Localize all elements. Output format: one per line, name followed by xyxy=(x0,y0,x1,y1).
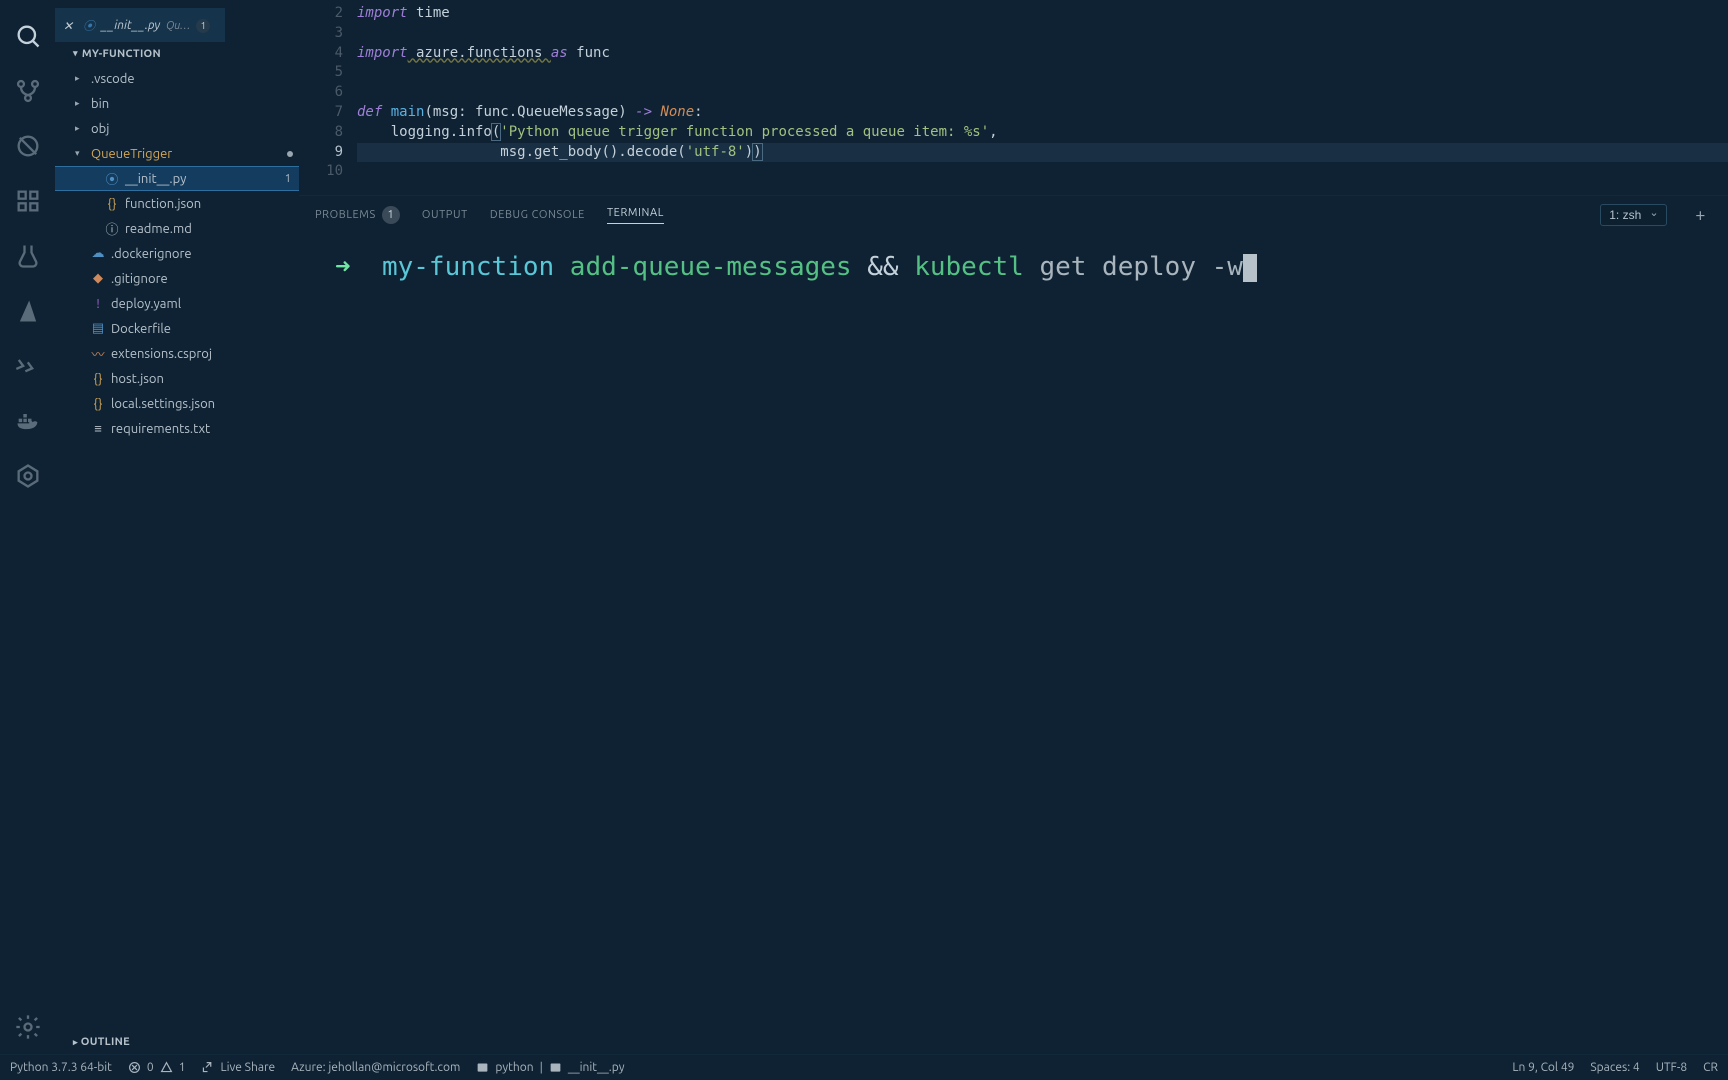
tree-item-bin[interactable]: ▸bin xyxy=(55,91,299,116)
tree-item-QueueTrigger[interactable]: ▾QueueTrigger xyxy=(55,141,299,166)
file-type-icon: ◆ xyxy=(91,271,105,286)
status-encoding[interactable]: UTF-8 xyxy=(1656,1061,1687,1074)
tree-item-extensions-csproj[interactable]: 〰extensions.csproj xyxy=(55,341,299,366)
tab-filename: __init__.py xyxy=(101,19,160,32)
python-file-icon: ⦿ xyxy=(83,17,95,34)
settings-gear-icon[interactable] xyxy=(0,999,55,1054)
file-icon xyxy=(549,1061,562,1074)
status-eol[interactable]: CR xyxy=(1703,1061,1718,1074)
problems-badge: 1 xyxy=(382,206,400,224)
activity-bar xyxy=(0,0,55,1054)
tree-item-Dockerfile[interactable]: ▤Dockerfile xyxy=(55,316,299,341)
explorer-title: MY-FUNCTION xyxy=(82,48,161,60)
new-terminal-button[interactable]: + xyxy=(1689,205,1712,225)
warning-icon xyxy=(160,1061,173,1074)
chevron-down-icon: ▾ xyxy=(73,48,78,59)
extensions-icon[interactable] xyxy=(0,173,55,228)
panel-tabs: PROBLEMS 1 OUTPUT DEBUG CONSOLE TERMINAL… xyxy=(299,196,1728,234)
status-bar: Python 3.7.3 64-bit 0 1 Live Share Azure… xyxy=(0,1054,1728,1080)
azure-icon[interactable] xyxy=(0,283,55,338)
tree-item-host-json[interactable]: {}host.json xyxy=(55,366,299,391)
outline-section-header[interactable]: ▸ OUTLINE xyxy=(55,1030,299,1054)
tab-debug-console[interactable]: DEBUG CONSOLE xyxy=(490,209,585,221)
editor-tab[interactable]: ✕ ⦿ __init__.py Qu… 1 xyxy=(55,8,225,42)
tree-item-__init__-py[interactable]: ⦿__init__.py1 xyxy=(55,166,299,191)
test-icon[interactable] xyxy=(0,228,55,283)
status-cursor[interactable]: Ln 9, Col 49 xyxy=(1512,1061,1574,1074)
tab-folder: Qu… xyxy=(166,20,190,32)
tree-item-deploy-yaml[interactable]: !deploy.yaml xyxy=(55,291,299,316)
terminal-cursor xyxy=(1243,254,1257,282)
status-liveshare[interactable]: Live Share xyxy=(201,1061,275,1074)
terminal-selector[interactable]: 1: zsh xyxy=(1600,204,1667,226)
status-problems[interactable]: 0 1 xyxy=(128,1061,186,1074)
tree-item--dockerignore[interactable]: ☁.dockerignore xyxy=(55,241,299,266)
file-type-icon: ☁ xyxy=(91,246,105,261)
tab-badge: 1 xyxy=(196,19,210,33)
file-type-icon: {} xyxy=(91,372,105,386)
tree-item-readme-md[interactable]: ⓘreadme.md xyxy=(55,216,299,241)
tree-item-local-settings-json[interactable]: {}local.settings.json xyxy=(55,391,299,416)
line-gutter: 2345678910 xyxy=(299,0,357,195)
tree-item-obj[interactable]: ▸obj xyxy=(55,116,299,141)
close-icon[interactable]: ✕ xyxy=(63,19,77,33)
tree-item--gitignore[interactable]: ◆.gitignore xyxy=(55,266,299,291)
tree-item-requirements-txt[interactable]: ≡requirements.txt xyxy=(55,416,299,441)
explorer-section-header[interactable]: ▾ MY-FUNCTION xyxy=(55,42,299,66)
terminal-output[interactable]: ➜ my-function add-queue-messages && kube… xyxy=(299,234,1728,1054)
tree-item--vscode[interactable]: ▸.vscode xyxy=(55,66,299,91)
status-azure[interactable]: Azure: jehollan@microsoft.com xyxy=(291,1061,460,1074)
file-type-icon: 〰 xyxy=(91,344,105,363)
status-python[interactable]: Python 3.7.3 64-bit xyxy=(10,1061,112,1074)
tab-terminal[interactable]: TERMINAL xyxy=(607,207,664,224)
remote-icon[interactable] xyxy=(0,338,55,393)
modified-indicator xyxy=(287,151,293,157)
sidebar: ✕ ⦿ __init__.py Qu… 1 ▾ MY-FUNCTION ▸.vs… xyxy=(55,0,299,1054)
tree-item-function-json[interactable]: {}function.json xyxy=(55,191,299,216)
file-type-icon: {} xyxy=(91,397,105,411)
code-content: import time import azure.functions as fu… xyxy=(357,0,1728,195)
status-spaces[interactable]: Spaces: 4 xyxy=(1590,1061,1639,1074)
tab-output[interactable]: OUTPUT xyxy=(422,209,468,221)
tab-problems[interactable]: PROBLEMS 1 xyxy=(315,206,400,224)
file-type-icon: ⦿ xyxy=(105,169,119,188)
debug-icon[interactable] xyxy=(0,118,55,173)
status-pyenv[interactable]: python | __init__.py xyxy=(476,1061,624,1074)
error-icon xyxy=(128,1061,141,1074)
file-type-icon: ▤ xyxy=(91,321,105,336)
file-type-icon: ⓘ xyxy=(105,219,119,238)
file-tree: ▸.vscode▸bin▸obj▾QueueTrigger⦿__init__.p… xyxy=(55,66,299,1030)
chevron-right-icon: ▸ xyxy=(73,1037,78,1047)
explorer-icon[interactable] xyxy=(0,8,55,63)
file-type-icon: ≡ xyxy=(91,421,105,436)
code-editor[interactable]: 2345678910 import time import azure.func… xyxy=(299,0,1728,195)
kubernetes-icon[interactable] xyxy=(0,448,55,503)
file-type-icon: ! xyxy=(91,297,105,311)
bottom-panel: PROBLEMS 1 OUTPUT DEBUG CONSOLE TERMINAL… xyxy=(299,195,1728,1054)
file-type-icon: {} xyxy=(105,197,119,211)
python-env-icon xyxy=(476,1061,489,1074)
liveshare-icon xyxy=(201,1061,214,1074)
source-control-icon[interactable] xyxy=(0,63,55,118)
docker-icon[interactable] xyxy=(0,393,55,448)
outline-title: OUTLINE xyxy=(81,1036,130,1048)
